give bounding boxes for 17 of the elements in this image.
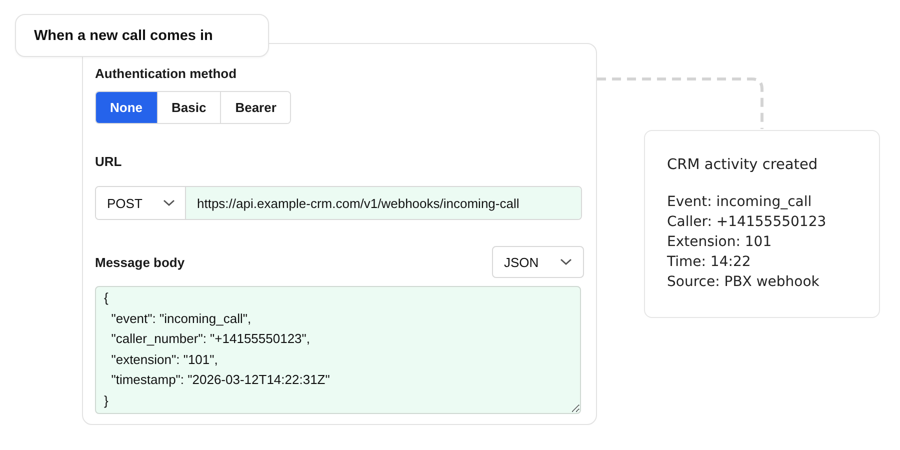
format-select[interactable]: JSON — [492, 246, 584, 278]
auth-option[interactable]: Bearer — [220, 92, 290, 123]
field-label: URL — [95, 154, 123, 169]
auth-option[interactable]: None — [96, 92, 156, 123]
result-detail: Event: incoming_call — [667, 193, 813, 212]
result-detail: Time: 14:22 — [667, 253, 752, 272]
result-detail: Caller: +14155550123 — [667, 213, 828, 232]
result-title: CRM activity created — [667, 157, 819, 173]
format-value: JSON — [504, 254, 539, 270]
result-detail: Extension: 101 — [667, 233, 773, 252]
message-body-field[interactable]: { "event": "incoming_call", "caller_number": "+14155550123", "extension": "101", "timestamp": "2026-03-12T14:22:31Z" } — [95, 286, 581, 414]
field-label: Authentication method — [95, 66, 238, 81]
field-label: Message body — [95, 254, 185, 270]
trigger-card[interactable]: When a new call comes in — [15, 14, 269, 57]
result-detail: Source: PBX webhook — [667, 273, 820, 292]
chevron-down-icon — [560, 258, 572, 266]
trigger-title: When a new call comes in — [34, 28, 213, 44]
